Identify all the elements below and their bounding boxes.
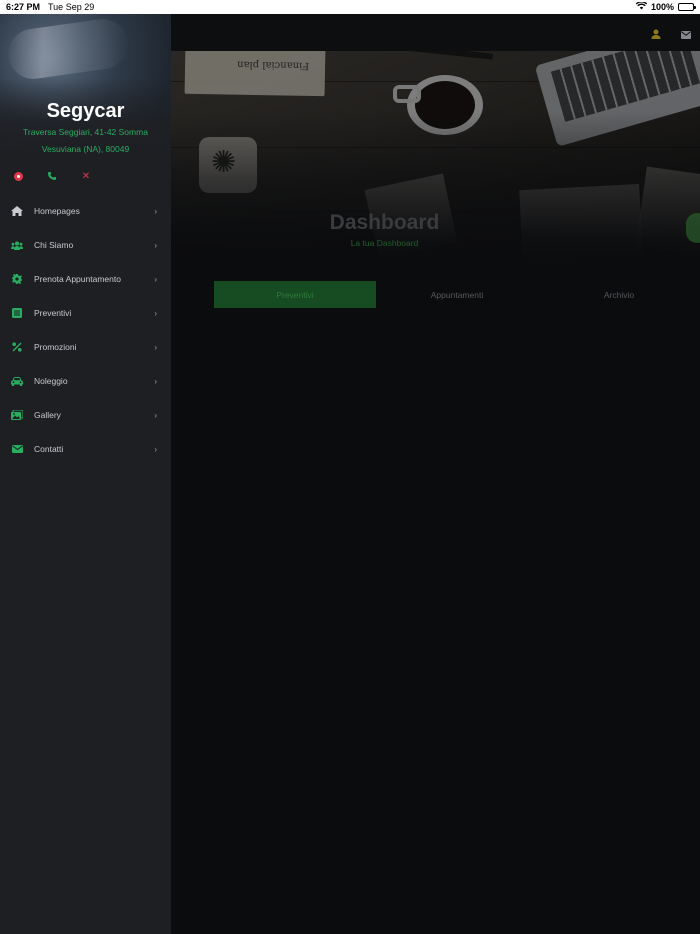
sidebar-item-label: Chi Siamo xyxy=(34,240,74,250)
sidebar-item-contatti[interactable]: Contatti › xyxy=(0,432,171,466)
status-date: Tue Sep 29 xyxy=(48,2,95,12)
sidebar-item-preventivi[interactable]: Preventivi › xyxy=(0,296,171,330)
sidebar-item-homepages[interactable]: Homepages › xyxy=(0,194,171,228)
sidebar-item-label: Noleggio xyxy=(34,376,68,386)
status-time: 6:27 PM xyxy=(6,2,41,12)
phone-icon[interactable] xyxy=(46,170,58,182)
percent-icon xyxy=(10,340,24,354)
page-title: Dashboard xyxy=(329,211,440,234)
battery-percent: 100% xyxy=(650,2,674,12)
sidebar-item-label: Prenota Appuntamento xyxy=(34,274,121,284)
chevron-right-icon: › xyxy=(154,410,157,420)
sidebar-item-label: Preventivi xyxy=(34,308,72,318)
page-subtitle: La tua Dashboard xyxy=(350,238,419,248)
sidebar-item-prenota-appuntamento[interactable]: Prenota Appuntamento › xyxy=(0,262,171,296)
mail-icon[interactable] xyxy=(681,26,693,39)
sidebar-address: Traversa Seggiari, 41-42 Somma Vesuviana… xyxy=(10,124,161,158)
close-icon[interactable]: ✕ xyxy=(80,170,92,182)
chevron-right-icon: › xyxy=(154,206,157,216)
mail-icon xyxy=(10,442,24,456)
lifebuoy-icon[interactable] xyxy=(12,170,24,182)
sidebar-item-chi-siamo[interactable]: Chi Siamo › xyxy=(0,228,171,262)
sidebar-item-noleggio[interactable]: Noleggio › xyxy=(0,364,171,398)
status-right: 100% xyxy=(635,1,696,12)
top-bar xyxy=(171,14,700,51)
users-icon xyxy=(10,238,24,252)
chevron-right-icon: › xyxy=(154,308,157,318)
car-icon xyxy=(10,374,24,388)
sidebar: Segycar Traversa Seggiari, 41-42 Somma V… xyxy=(0,14,171,934)
side-handle[interactable] xyxy=(686,213,700,243)
sidebar-item-label: Homepages xyxy=(34,206,80,216)
dashboard-tabs: Preventivi Appuntamenti Archivio xyxy=(214,281,700,308)
sidebar-item-promozioni[interactable]: Promozioni › xyxy=(0,330,171,364)
sidebar-item-label: Gallery xyxy=(34,410,61,420)
address-line-1: Traversa Seggiari, 41-42 Somma xyxy=(23,127,148,137)
user-icon[interactable] xyxy=(651,26,663,39)
battery-icon xyxy=(678,3,696,11)
chevron-right-icon: › xyxy=(154,274,157,284)
status-bar: 6:27 PM Tue Sep 29 100% xyxy=(0,0,700,14)
main-content: Financial plan Dashboard La tua Dashboar… xyxy=(171,14,700,934)
chevron-right-icon: › xyxy=(154,342,157,352)
gallery-icon xyxy=(10,408,24,422)
chevron-right-icon: › xyxy=(154,376,157,386)
sidebar-title: Segycar xyxy=(46,100,125,122)
gear-icon xyxy=(10,272,24,286)
sidebar-item-label: Promozioni xyxy=(34,342,77,352)
address-line-2: Vesuviana (NA), 80049 xyxy=(41,144,130,154)
document-icon xyxy=(10,306,24,320)
tab-archivio[interactable]: Archivio xyxy=(538,281,700,308)
sidebar-menu: Homepages › Chi Siamo › Prenota Appuntam… xyxy=(0,194,171,466)
sidebar-item-label: Contatti xyxy=(34,444,64,454)
tab-appuntamenti[interactable]: Appuntamenti xyxy=(376,281,538,308)
chevron-right-icon: › xyxy=(154,240,157,250)
chevron-right-icon: › xyxy=(154,444,157,454)
home-icon xyxy=(10,204,24,218)
sidebar-header: Segycar Traversa Seggiari, 41-42 Somma V… xyxy=(0,14,171,188)
tab-preventivi[interactable]: Preventivi xyxy=(214,281,376,308)
wifi-icon xyxy=(635,1,648,12)
sidebar-actions: ✕ xyxy=(0,170,171,184)
sidebar-item-gallery[interactable]: Gallery › xyxy=(0,398,171,432)
